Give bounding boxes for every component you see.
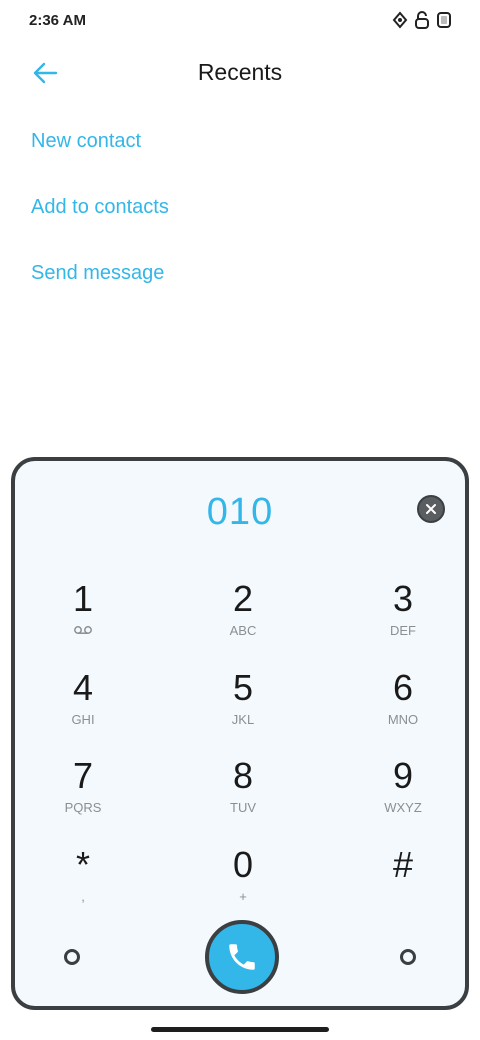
key-7[interactable]: 7 PQRS [23,756,143,832]
close-icon [426,504,436,514]
header: Recents [0,50,480,96]
key-digit: 3 [392,578,414,619]
status-bar: 2:36 AM [0,0,480,44]
battery-icon [436,11,452,29]
key-8[interactable]: 8 TUV [183,756,303,832]
left-option-button[interactable] [64,949,80,965]
call-button[interactable] [205,920,279,994]
home-indicator[interactable] [151,1027,329,1032]
phone-icon [229,944,255,970]
right-option-button[interactable] [400,949,416,965]
key-letters: DEF [390,623,416,638]
key-digit: 5 [232,667,254,708]
key-letters: WXYZ [384,800,422,815]
dialed-number: 010 [206,491,274,533]
dialpad: 010 1 2 ABC 3 DEF 4 GHI 5 JKL 6 MNO 7 PQ… [11,457,469,1010]
key-digit: 0 [232,844,254,885]
add-to-contacts-link[interactable]: Add to contacts [31,191,169,223]
key-3[interactable]: 3 DEF [343,579,463,655]
key-digit: 6 [392,667,414,708]
key-digit: # [392,844,414,885]
key-digit: 4 [72,667,94,708]
page-title: Recents [197,59,283,85]
key-digit: * [75,844,90,885]
status-time: 2:36 AM [29,12,86,29]
voicemail-icon [23,623,143,638]
key-digit: 1 [72,578,94,619]
key-letters: TUV [230,800,256,815]
key-digit: 7 [72,755,94,796]
key-1[interactable]: 1 [23,579,143,655]
nfc-icon [392,11,408,29]
key-star[interactable]: * , [23,845,143,921]
key-letters: GHI [71,712,95,727]
send-message-link[interactable]: Send message [31,257,169,289]
key-digit: 8 [232,755,254,796]
new-contact-link[interactable]: New contact [31,125,169,157]
clear-button[interactable] [417,495,445,523]
key-5[interactable]: 5 JKL [183,668,303,744]
key-digit: 2 [232,578,254,619]
status-icons [392,11,452,29]
key-digit: 9 [392,755,414,796]
lock-icon [414,11,430,29]
key-letters: JKL [231,712,255,727]
key-letters: PQRS [64,800,102,815]
key-hash[interactable]: # [343,845,463,921]
key-letters: , [81,889,85,904]
key-letters: MNO [387,712,419,727]
action-list: New contact Add to contacts Send message [31,125,169,323]
key-9[interactable]: 9 WXYZ [343,756,463,832]
key-2[interactable]: 2 ABC [183,579,303,655]
key-letters: ABC [229,623,257,638]
key-4[interactable]: 4 GHI [23,668,143,744]
key-0[interactable]: 0 + [183,845,303,921]
key-6[interactable]: 6 MNO [343,668,463,744]
key-letters: + [239,889,247,904]
